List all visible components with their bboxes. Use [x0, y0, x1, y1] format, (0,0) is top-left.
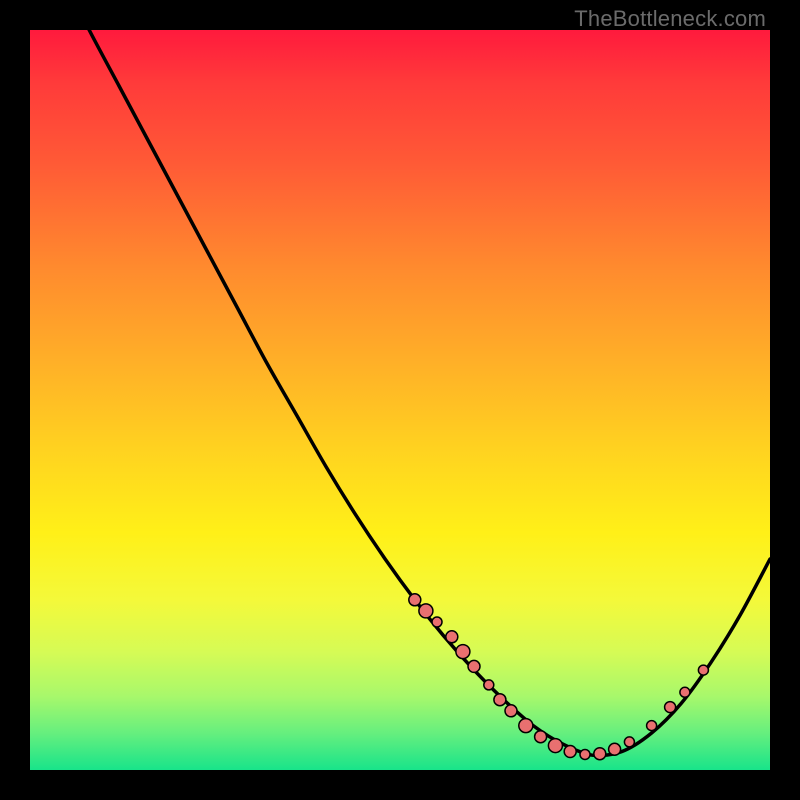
curve-marker — [505, 705, 517, 717]
curve-marker — [665, 702, 676, 713]
curve-marker — [624, 737, 634, 747]
curve-marker — [680, 687, 690, 697]
curve-marker — [446, 631, 458, 643]
curve-marker — [432, 617, 442, 627]
curve-marker — [456, 645, 470, 659]
curve-marker — [484, 680, 494, 690]
curve-marker — [647, 721, 657, 731]
bottleneck-curve — [30, 0, 770, 756]
curve-marker — [698, 665, 708, 675]
curve-marker — [535, 731, 547, 743]
curve-marker — [409, 594, 421, 606]
curve-marker — [580, 749, 590, 759]
curve-marker — [419, 604, 433, 618]
curve-marker — [609, 743, 621, 755]
curve-marker — [594, 748, 606, 760]
curve-marker — [468, 660, 480, 672]
curve-markers — [409, 594, 709, 760]
plot-area — [30, 30, 770, 770]
curve-marker — [548, 739, 562, 753]
chart-stage: TheBottleneck.com — [0, 0, 800, 800]
curve-marker — [494, 694, 506, 706]
chart-svg — [30, 30, 770, 770]
watermark-label: TheBottleneck.com — [574, 6, 766, 32]
curve-marker — [564, 746, 576, 758]
curve-marker — [519, 719, 533, 733]
